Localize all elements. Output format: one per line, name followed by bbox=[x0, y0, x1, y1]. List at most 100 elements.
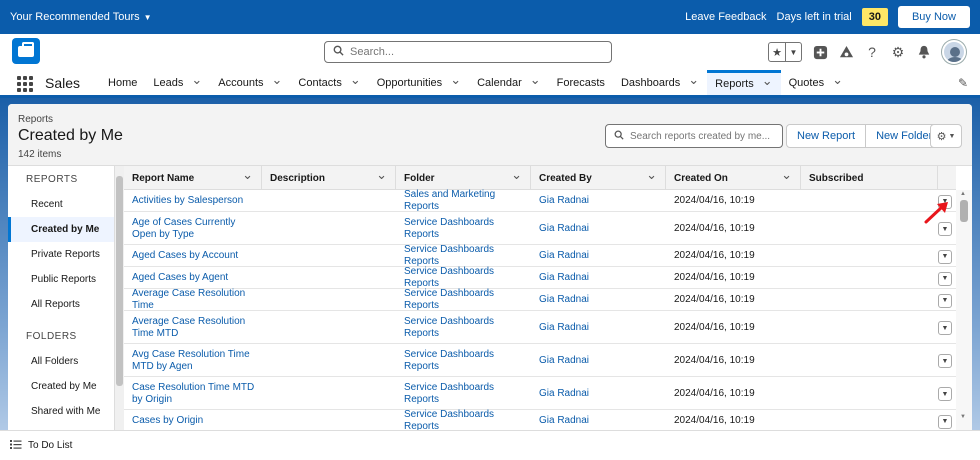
cell-folder[interactable]: Sales and Marketing Reports bbox=[396, 189, 531, 212]
chevron-down-icon: ▼ bbox=[941, 357, 949, 365]
row-actions-menu-button[interactable]: ▼ bbox=[938, 354, 952, 368]
nav-tab-accounts[interactable]: Accounts ⌄ bbox=[210, 70, 290, 95]
nav-tab-reports[interactable]: Reports ⌄ bbox=[707, 70, 781, 95]
chevron-down-icon[interactable]: ⌄ bbox=[530, 72, 541, 88]
chevron-down-icon[interactable]: ⌄ bbox=[762, 73, 773, 89]
column-header-created-by[interactable]: Created By ⌄ bbox=[531, 166, 666, 190]
scroll-down-arrow-icon[interactable]: ▼ bbox=[960, 414, 966, 420]
setup-gear-icon[interactable]: ⚙ bbox=[890, 44, 906, 60]
chevron-down-icon[interactable]: ⌄ bbox=[511, 167, 522, 183]
leave-feedback-link[interactable]: Leave Feedback bbox=[685, 11, 766, 23]
column-header-description[interactable]: Description ⌄ bbox=[262, 166, 396, 190]
app-launcher-icon[interactable] bbox=[17, 76, 33, 92]
todo-list-button[interactable]: To Do List bbox=[28, 440, 72, 451]
scroll-up-arrow-icon[interactable]: ▲ bbox=[960, 191, 966, 197]
cell-created-by[interactable]: Gia Radnai bbox=[531, 268, 666, 288]
row-actions-menu-button[interactable]: ▼ bbox=[938, 414, 952, 429]
report-search-box[interactable] bbox=[605, 124, 783, 148]
nav-tab-opportunities[interactable]: Opportunities ⌄ bbox=[369, 70, 469, 95]
row-actions-menu-button[interactable]: ▼ bbox=[938, 321, 952, 335]
cell-folder[interactable]: Service Dashboards Reports bbox=[396, 266, 531, 289]
nav-tab-calendar[interactable]: Calendar ⌄ bbox=[469, 70, 549, 95]
cell-folder[interactable]: Service Dashboards Reports bbox=[396, 312, 531, 343]
column-header-report-name[interactable]: Report Name ⌄ bbox=[124, 166, 262, 190]
cell-created-by[interactable]: Gia Radnai bbox=[531, 246, 666, 266]
column-header-created-on[interactable]: Created On ⌄ bbox=[666, 166, 801, 190]
chevron-down-icon[interactable]: ⌄ bbox=[272, 72, 283, 88]
chevron-down-icon[interactable]: ⌄ bbox=[781, 167, 792, 183]
notifications-bell-icon[interactable] bbox=[916, 44, 932, 60]
sidebar-item-created-by-me[interactable]: Created by Me bbox=[8, 217, 114, 242]
chevron-down-icon[interactable]: ⌄ bbox=[242, 167, 253, 183]
new-report-button[interactable]: New Report bbox=[786, 124, 867, 148]
cell-name[interactable]: Aged Cases by Agent bbox=[124, 268, 256, 288]
list-settings-button[interactable]: ⚙ ▼ bbox=[930, 124, 962, 148]
cell-description bbox=[262, 213, 396, 244]
column-header-folder[interactable]: Folder ⌄ bbox=[396, 166, 531, 190]
cell-name[interactable]: Activities by Salesperson bbox=[124, 191, 256, 211]
sidebar-item-all-reports[interactable]: All Reports bbox=[8, 292, 114, 317]
row-actions-menu-button[interactable]: ▼ bbox=[938, 249, 952, 264]
sidebar-item-private-reports[interactable]: Private Reports bbox=[8, 242, 114, 267]
cell-created-by[interactable]: Gia Radnai bbox=[531, 378, 666, 409]
global-search-box[interactable] bbox=[324, 41, 612, 63]
buy-now-button[interactable]: Buy Now bbox=[897, 6, 970, 28]
cell-created-by[interactable]: Gia Radnai bbox=[531, 411, 666, 430]
app-logo-icon[interactable] bbox=[12, 38, 40, 64]
chevron-down-icon[interactable]: ▼ bbox=[785, 43, 801, 61]
cell-created-by[interactable]: Gia Radnai bbox=[531, 345, 666, 376]
nav-tab-leads[interactable]: Leads ⌄ bbox=[145, 70, 210, 95]
nav-tab-contacts[interactable]: Contacts ⌄ bbox=[290, 70, 368, 95]
breadcrumb[interactable]: Reports bbox=[18, 114, 53, 125]
sidebar-folder-shared-with-me[interactable]: Shared with Me bbox=[8, 399, 114, 424]
sidebar-folder-all-folders[interactable]: All Folders bbox=[8, 349, 114, 374]
cell-folder[interactable]: Service Dashboards Reports bbox=[396, 288, 531, 311]
table-scrollbar[interactable]: ▲ ▼ bbox=[956, 190, 972, 430]
row-actions-menu-button[interactable]: ▼ bbox=[938, 271, 952, 286]
cell-name[interactable]: Aged Cases by Account bbox=[124, 246, 256, 266]
cell-created-by[interactable]: Gia Radnai bbox=[531, 213, 666, 244]
trailhead-guidance-icon[interactable] bbox=[838, 44, 854, 60]
cell-created-by[interactable]: Gia Radnai bbox=[531, 191, 666, 211]
edit-nav-pencil-icon[interactable]: ✎ bbox=[958, 70, 968, 95]
chevron-down-icon[interactable]: ⌄ bbox=[646, 167, 657, 183]
chevron-down-icon[interactable]: ⌄ bbox=[376, 167, 387, 183]
sidebar-folder-created-by-me[interactable]: Created by Me bbox=[8, 374, 114, 399]
cell-name[interactable]: Case Resolution Time MTD by Origin bbox=[124, 378, 256, 409]
nav-tab-forecasts[interactable]: Forecasts bbox=[549, 70, 613, 95]
cell-name[interactable]: Avg Case Resolution Time MTD by Agen bbox=[124, 345, 256, 376]
user-avatar[interactable] bbox=[942, 40, 966, 64]
cell-folder[interactable]: Service Dashboards Reports bbox=[396, 244, 531, 267]
cell-name[interactable]: Age of Cases Currently Open by Type bbox=[124, 213, 256, 244]
cell-folder[interactable]: Service Dashboards Reports bbox=[396, 409, 531, 430]
column-header-subscribed[interactable]: Subscribed bbox=[801, 166, 938, 190]
recommended-tours-menu[interactable]: Your Recommended Tours ▼ bbox=[10, 11, 152, 23]
search-icon bbox=[333, 45, 344, 59]
global-actions-plus-icon[interactable] bbox=[812, 44, 828, 60]
cell-created-by[interactable]: Gia Radnai bbox=[531, 290, 666, 310]
nav-tab-dashboards[interactable]: Dashboards ⌄ bbox=[613, 70, 707, 95]
chevron-down-icon[interactable]: ⌄ bbox=[450, 72, 461, 88]
help-icon[interactable]: ? bbox=[864, 44, 880, 60]
sidebar-item-public-reports[interactable]: Public Reports bbox=[8, 267, 114, 292]
sidebar-item-recent[interactable]: Recent bbox=[8, 192, 114, 217]
cell-created-by[interactable]: Gia Radnai bbox=[531, 312, 666, 343]
cell-name[interactable]: Average Case Resolution Time bbox=[124, 288, 256, 311]
favorites-button[interactable]: ★ ▼ bbox=[768, 42, 802, 62]
report-search-input[interactable] bbox=[630, 130, 780, 142]
chevron-down-icon[interactable]: ⌄ bbox=[688, 72, 699, 88]
cell-name[interactable]: Cases by Origin bbox=[124, 411, 256, 430]
row-actions-menu-button[interactable]: ▼ bbox=[938, 387, 952, 401]
global-search-input[interactable] bbox=[350, 46, 590, 58]
cell-name[interactable]: Average Case Resolution Time MTD bbox=[124, 312, 256, 343]
chevron-down-icon[interactable]: ⌄ bbox=[350, 72, 361, 88]
nav-tab-quotes[interactable]: Quotes ⌄ bbox=[781, 70, 851, 95]
nav-tab-home[interactable]: Home bbox=[100, 70, 145, 95]
cell-folder[interactable]: Service Dashboards Reports bbox=[396, 378, 531, 409]
chevron-down-icon[interactable]: ⌄ bbox=[191, 72, 202, 88]
chevron-down-icon[interactable]: ⌄ bbox=[832, 72, 843, 88]
sidebar-scrollbar[interactable] bbox=[115, 166, 124, 430]
cell-folder[interactable]: Service Dashboards Reports bbox=[396, 213, 531, 244]
cell-folder[interactable]: Service Dashboards Reports bbox=[396, 345, 531, 376]
row-actions-menu-button[interactable]: ▼ bbox=[938, 293, 952, 308]
